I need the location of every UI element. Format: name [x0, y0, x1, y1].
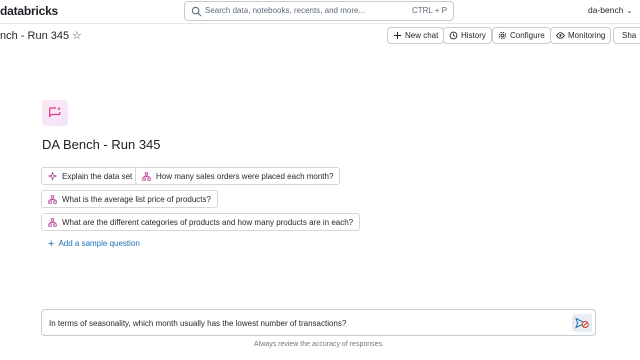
star-favorite-icon[interactable]: ☆ [72, 29, 82, 42]
share-button[interactable]: Sha [613, 27, 640, 44]
suggestion-chip-sales-orders[interactable]: How many sales orders were placed each m… [135, 167, 341, 185]
history-icon [449, 31, 458, 40]
account-name: da-bench [588, 5, 624, 15]
history-button[interactable]: History [443, 27, 492, 44]
send-disabled-icon [575, 317, 589, 329]
add-sample-question-label: Add a sample question [58, 239, 140, 248]
chevron-down-icon: ⌄ [626, 8, 633, 15]
accuracy-disclaimer: Always review the accuracy of responses. [254, 341, 384, 348]
history-label: History [461, 31, 486, 40]
databricks-logo[interactable]: databricks [0, 4, 58, 18]
gear-icon [498, 31, 507, 40]
suggestion-label: What are the different categories of pro… [62, 217, 354, 227]
monitoring-button[interactable]: Monitoring [550, 27, 612, 44]
suggestion-chip-categories[interactable]: What are the different categories of pro… [41, 213, 361, 231]
suggestion-label: Explain the data set [62, 171, 133, 181]
page-header: nch - Run 345 ☆ New chat History Configu… [0, 26, 640, 48]
search-shortcut-hint: CTRL + P [411, 6, 447, 15]
genie-space-icon [42, 100, 68, 126]
eye-icon [556, 32, 565, 39]
search-icon [191, 6, 202, 17]
space-title: DA Bench - Run 345 [42, 137, 161, 152]
search-placeholder: Search data, notebooks, recents, and mor… [205, 6, 366, 15]
monitoring-label: Monitoring [568, 31, 606, 40]
page-title: nch - Run 345 [0, 30, 70, 42]
add-sample-question-link[interactable]: + Add a sample question [48, 237, 140, 250]
hierarchy-icon [48, 217, 57, 227]
workspace-account-menu[interactable]: da-bench ⌄ [588, 5, 632, 15]
configure-label: Configure [510, 31, 545, 40]
new-chat-label: New chat [405, 31, 439, 40]
hierarchy-icon [142, 171, 151, 181]
suggestion-chip-explain[interactable]: Explain the data set [41, 167, 140, 185]
sparkle-icon [48, 171, 57, 181]
suggestion-label: What is the average list price of produc… [62, 194, 211, 204]
sparkle-chat-icon [49, 106, 61, 118]
plus-icon: + [48, 237, 55, 250]
plus-icon [393, 31, 402, 40]
question-input-value: In terms of seasonality, which month usu… [49, 319, 347, 328]
new-chat-button[interactable]: New chat [387, 27, 445, 44]
send-button[interactable] [572, 314, 592, 332]
question-input[interactable]: In terms of seasonality, which month usu… [41, 309, 596, 336]
share-label: Sha [622, 31, 637, 40]
hierarchy-icon [48, 194, 57, 204]
suggestion-chip-average-price[interactable]: What is the average list price of produc… [41, 190, 218, 208]
suggestion-label: How many sales orders were placed each m… [156, 171, 334, 181]
configure-button[interactable]: Configure [492, 27, 551, 44]
top-navigation-bar: databricks Search data, notebooks, recen… [0, 0, 640, 24]
global-search-input[interactable]: Search data, notebooks, recents, and mor… [184, 1, 454, 21]
